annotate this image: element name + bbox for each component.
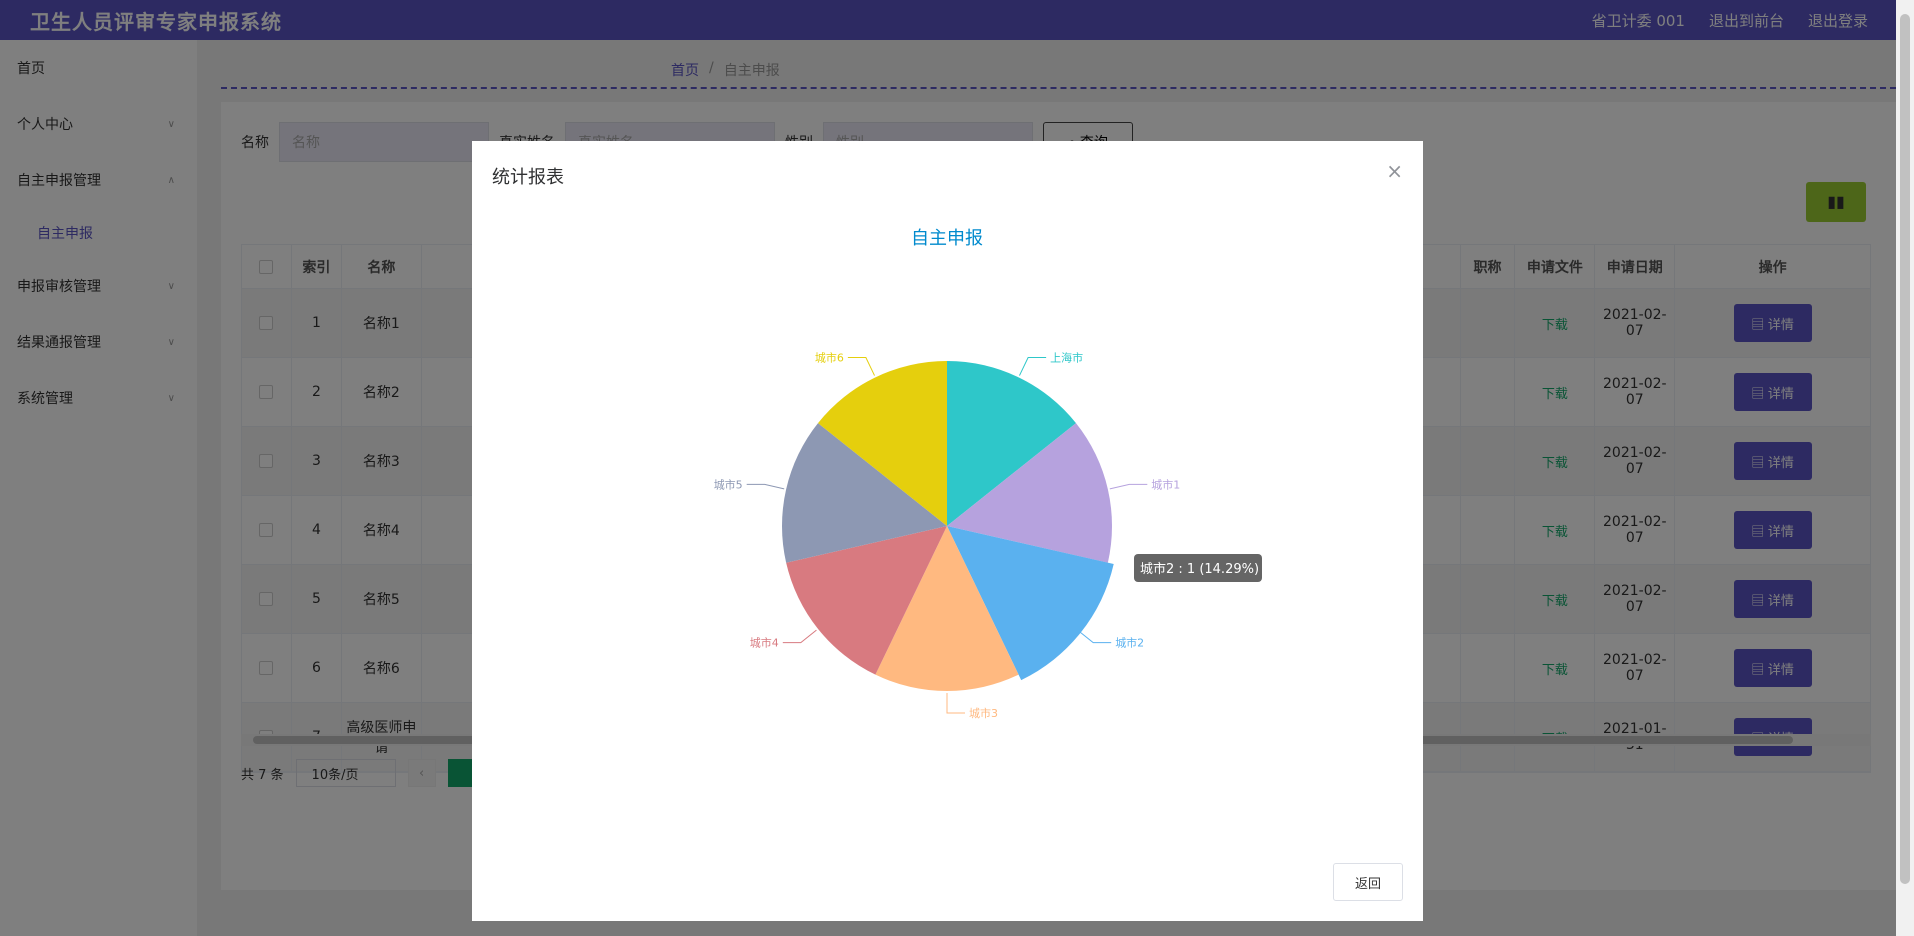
chart-title: 自主申报: [911, 228, 983, 249]
statistics-dialog: 统计报表 × 自主申报上海市城市1 城市2 城市3 城市4 城市5 城市6 城市2 : 1 …: [472, 141, 1423, 921]
vertical-scrollbar[interactable]: [1896, 0, 1914, 936]
dialog-title: 统计报表: [492, 167, 564, 188]
pie-chart: 自主申报上海市城市1 城市2 城市3 城市4 城市5 城市6 城市2 : 1 (14.29%…: [714, 228, 1262, 720]
svg-text:城市2 : 1 (14.29%): 城市2 : 1 (14.29%): [1140, 561, 1259, 577]
pie-label: 城市6: [815, 351, 844, 365]
pie-label: 城市4: [750, 636, 779, 650]
pie-label: 城市2: [1115, 636, 1144, 650]
pie-label-line: [746, 483, 785, 490]
pie-label-line: [1109, 483, 1148, 490]
pie-label: 上海市: [1050, 351, 1083, 365]
pie-label: 城市3: [969, 706, 998, 720]
pie-label-line: [1019, 357, 1047, 376]
pie-label: 城市1: [1151, 477, 1180, 491]
pie-label-line: [946, 693, 965, 714]
pie-label-line: [782, 629, 817, 644]
chart-tooltip: 城市2 : 1 (14.29%): [1134, 554, 1262, 582]
pie-label-line: [1077, 629, 1112, 644]
pie-label-line: [847, 357, 875, 376]
scrollbar-thumb[interactable]: [1900, 14, 1910, 884]
pie-label: 城市5: [714, 477, 743, 491]
close-icon[interactable]: ×: [1386, 159, 1403, 183]
return-button[interactable]: 返回: [1333, 863, 1403, 901]
